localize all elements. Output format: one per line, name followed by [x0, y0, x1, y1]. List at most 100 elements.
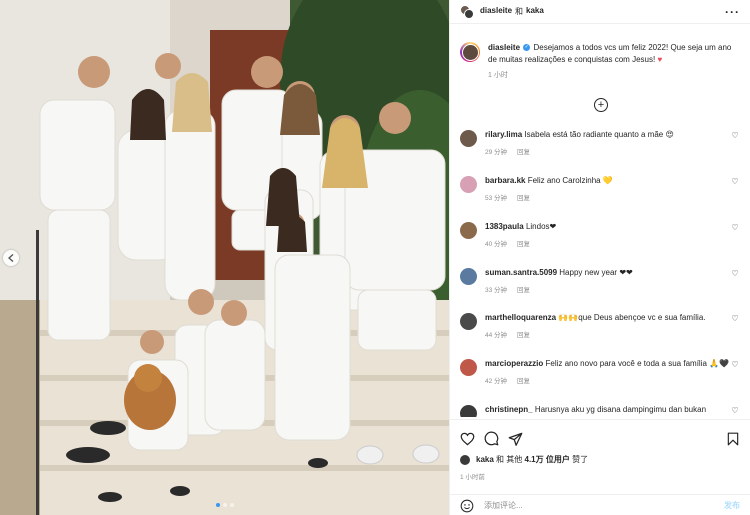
reply-button[interactable]: 回复: [517, 285, 530, 296]
send-icon: [508, 432, 522, 446]
comment-body: christinepn_ Harusnya aku yg disana damp…: [485, 404, 730, 417]
comment-icon: [484, 431, 498, 446]
post-side-panel: diasleite 和 kaka ··· diasleite ✓ Desejam…: [449, 0, 750, 515]
comment-item: christinepn_ Harusnya aku yg disana damp…: [460, 404, 740, 417]
comment-body: rilary.lima Isabela está tão radiante qu…: [485, 129, 730, 165]
comment-body: marcioperazzio Feliz ano novo para você …: [485, 358, 730, 394]
comments-list[interactable]: diasleite ✓ Desejamos a todos vcs um fel…: [450, 24, 750, 417]
comment-time[interactable]: 29 分钟: [485, 147, 507, 158]
share-button[interactable]: [506, 430, 524, 448]
comment-button[interactable]: [482, 430, 500, 448]
liker-avatar: [460, 454, 470, 465]
comment-body: marthelloquarenza 🙌🙌que Deus abençoe vc …: [485, 312, 730, 348]
post-header: diasleite 和 kaka ···: [450, 0, 750, 24]
caption-username[interactable]: diasleite: [488, 43, 520, 52]
comment-like-button[interactable]: ♡: [730, 314, 740, 348]
commenter-username[interactable]: barbara.kk: [485, 176, 525, 185]
commenter-username[interactable]: marcioperazzio: [485, 359, 543, 368]
instagram-post-modal: diasleite 和 kaka ··· diasleite ✓ Desejam…: [0, 0, 750, 515]
comment-meta: 44 分钟 回复: [485, 330, 730, 341]
comment-text: Harusnya aku yg disana dampingimu dan bu…: [534, 405, 707, 414]
commenter-username[interactable]: christinepn_: [485, 405, 533, 414]
comment-time[interactable]: 33 分钟: [485, 285, 507, 296]
likes-suffix: 赞了: [572, 455, 589, 464]
commenter-username[interactable]: marthelloquarenza: [485, 313, 556, 322]
comment-time[interactable]: 53 分钟: [485, 193, 507, 204]
heart-icon: ♡: [731, 269, 739, 278]
load-more-comments-button[interactable]: +: [594, 98, 608, 112]
comment-like-button[interactable]: ♡: [730, 131, 740, 165]
comment-time[interactable]: 42 分钟: [485, 376, 507, 387]
likes-summary[interactable]: kaka 和 其他 4.1万 位用户 赞了: [450, 450, 750, 469]
caption-time[interactable]: 1 小时: [488, 70, 740, 82]
add-comment-bar: 发布: [450, 494, 750, 515]
likes-middle: 和 其他: [496, 455, 523, 464]
comment-time[interactable]: 44 分钟: [485, 330, 507, 341]
collab-joiner: 和: [515, 7, 524, 16]
comment-meta: 29 分钟 回复: [485, 147, 730, 158]
comment-item: suman.santra.5099 Happy new year ❤❤ 33 分钟…: [460, 267, 740, 303]
comment-like-button[interactable]: ♡: [730, 269, 740, 303]
heart-icon: ♡: [731, 223, 739, 232]
reply-button[interactable]: 回复: [517, 376, 530, 387]
comment-item: barbara.kk Feliz ano Carolzinha 💛 53 分钟 回复…: [460, 175, 740, 211]
comment-like-button[interactable]: ♡: [730, 406, 740, 417]
commenter-avatar[interactable]: [460, 313, 477, 330]
post-photo[interactable]: [0, 0, 449, 515]
likes-count[interactable]: 4.1万 位用户: [525, 454, 570, 465]
previous-photo-button[interactable]: [3, 250, 19, 266]
commenter-avatar[interactable]: [460, 359, 477, 376]
reply-button[interactable]: 回复: [517, 330, 530, 341]
comment-body: suman.santra.5099 Happy new year ❤❤ 33 分钟…: [485, 267, 730, 303]
heart-icon: ♡: [731, 360, 739, 369]
commenter-avatar[interactable]: [460, 222, 477, 239]
comment-time[interactable]: 40 分钟: [485, 239, 507, 250]
comment-like-button[interactable]: ♡: [730, 223, 740, 257]
comment-item: marcioperazzio Feliz ano novo para você …: [460, 358, 740, 394]
carousel-dot: [215, 503, 220, 507]
author-username[interactable]: diasleite: [480, 6, 512, 17]
caption-avatar[interactable]: [460, 42, 480, 62]
reply-button[interactable]: 回复: [517, 147, 530, 158]
chevron-left-icon: [8, 254, 14, 262]
collab-username[interactable]: kaka: [526, 6, 544, 17]
liker-username[interactable]: kaka: [476, 455, 494, 464]
commenter-username[interactable]: 1383paula: [485, 222, 524, 231]
post-timestamp[interactable]: 1 小时前: [450, 469, 750, 483]
comment-text: Lindos❤: [525, 222, 557, 231]
more-horizontal-icon: ···: [725, 4, 740, 19]
comment-text: Feliz ano novo para você e toda a sua fa…: [545, 359, 730, 368]
comment-body: 1383paula Lindos❤ 40 分钟 回复: [485, 221, 730, 257]
smiley-icon[interactable]: [460, 499, 474, 513]
heart-icon: ♡: [731, 406, 739, 415]
commenter-avatar[interactable]: [460, 130, 477, 147]
avatar: [464, 8, 474, 19]
commenter-avatar[interactable]: [460, 405, 477, 417]
comment-meta: 40 分钟 回复: [485, 239, 730, 250]
reply-button[interactable]: 回复: [517, 193, 530, 204]
comment-like-button[interactable]: ♡: [730, 177, 740, 211]
commenter-username[interactable]: rilary.lima: [485, 130, 522, 139]
author-avatars[interactable]: [460, 4, 474, 19]
comment-like-button[interactable]: ♡: [730, 360, 740, 394]
post-comment-button[interactable]: 发布: [724, 500, 740, 511]
comment-meta: 42 分钟 回复: [485, 376, 730, 387]
like-button[interactable]: [458, 430, 476, 448]
commenter-avatar[interactable]: [460, 268, 477, 285]
comment-item: marthelloquarenza 🙌🙌que Deus abençoe vc …: [460, 312, 740, 348]
commenter-avatar[interactable]: [460, 176, 477, 193]
comment-item: rilary.lima Isabela está tão radiante qu…: [460, 129, 740, 165]
comment-input[interactable]: [484, 501, 724, 510]
plus-circle-icon: +: [597, 98, 605, 111]
comment-text: Isabela está tão radiante quanto a mãe 😍: [524, 130, 674, 139]
commenter-username[interactable]: suman.santra.5099: [485, 268, 557, 277]
save-button[interactable]: [724, 430, 742, 448]
action-bar: [450, 420, 750, 450]
comment-text: Feliz ano Carolzinha 💛: [527, 176, 613, 185]
family-photo-illustration: [0, 0, 449, 515]
caption-body: diasleite ✓ Desejamos a todos vcs um fel…: [488, 42, 740, 119]
carousel-indicator: [215, 503, 234, 507]
reply-button[interactable]: 回复: [517, 239, 530, 250]
header-usernames: diasleite 和 kaka: [480, 6, 725, 17]
more-options-button[interactable]: ···: [725, 5, 740, 19]
